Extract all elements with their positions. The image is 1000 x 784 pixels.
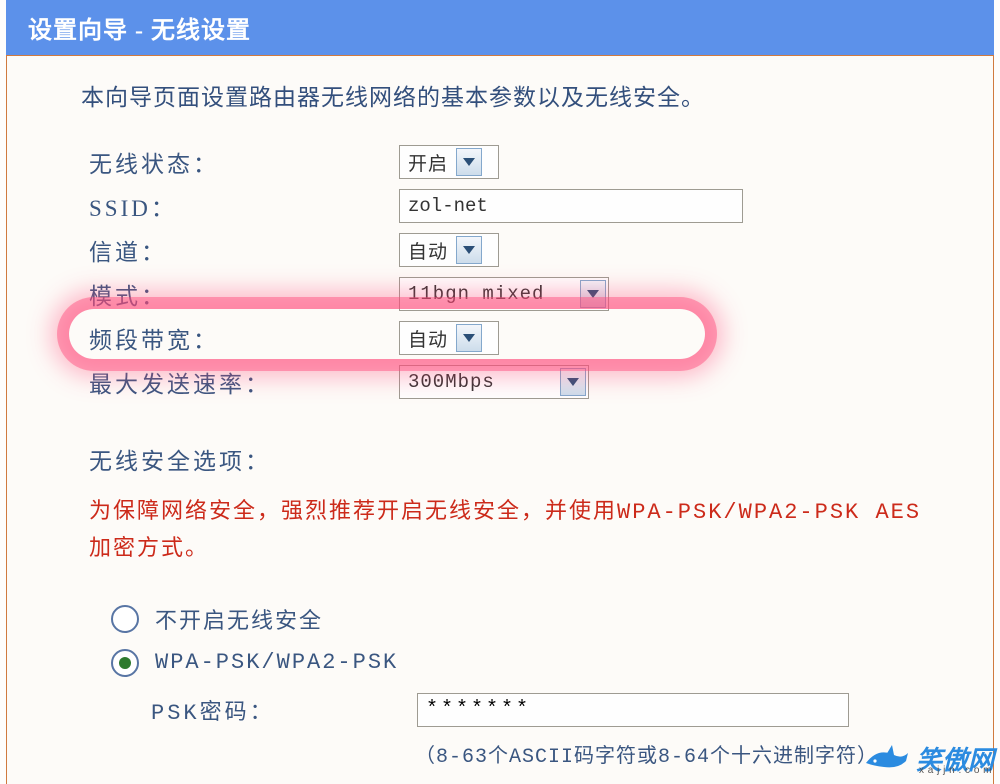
label-mode: 模式：: [89, 277, 399, 311]
label-bandwidth: 频段带宽：: [89, 321, 399, 355]
select-bandwidth[interactable]: 自动: [399, 321, 499, 355]
chevron-down-icon: [560, 368, 586, 396]
select-channel-value: 自动: [408, 237, 454, 264]
label-ssid: SSID：: [89, 189, 399, 223]
chevron-down-icon: [456, 324, 482, 352]
row-max-rate: 最大发送速率： 300Mbps: [89, 360, 993, 404]
radio-row-wpa[interactable]: WPA-PSK/WPA2-PSK: [111, 641, 993, 685]
shark-icon: [864, 743, 910, 778]
input-psk[interactable]: [417, 693, 849, 727]
select-wireless-status-value: 开启: [408, 149, 454, 176]
select-bandwidth-value: 自动: [408, 325, 454, 352]
row-mode: 模式： 11bgn mixed: [89, 272, 993, 316]
input-ssid[interactable]: [399, 189, 743, 223]
select-max-rate[interactable]: 300Mbps: [399, 365, 589, 399]
label-channel: 信道：: [89, 233, 399, 267]
row-wireless-status: 无线状态： 开启: [89, 140, 993, 184]
radio-none[interactable]: [111, 605, 139, 633]
security-warning: 为保障网络安全，强烈推荐开启无线安全，并使用WPA-PSK/WPA2-PSK A…: [89, 494, 933, 569]
row-psk: PSK密码：: [151, 689, 993, 731]
select-wireless-status[interactable]: 开启: [399, 145, 499, 179]
chevron-down-icon: [580, 280, 606, 308]
select-channel[interactable]: 自动: [399, 233, 499, 267]
chevron-down-icon: [456, 148, 482, 176]
radio-wpa[interactable]: [111, 649, 139, 677]
label-max-rate: 最大发送速率：: [89, 365, 399, 399]
label-psk: PSK密码：: [151, 694, 417, 726]
row-ssid: SSID：: [89, 184, 993, 228]
chevron-down-icon: [456, 236, 482, 264]
radio-wpa-label: WPA-PSK/WPA2-PSK: [155, 650, 398, 675]
watermark: 笑傲网 x a j j n . c o m: [864, 743, 994, 778]
radio-row-none[interactable]: 不开启无线安全: [111, 597, 993, 641]
page-title: 设置向导 - 无线设置: [28, 10, 251, 45]
row-channel: 信道： 自动: [89, 228, 993, 272]
row-bandwidth: 频段带宽： 自动: [89, 316, 993, 360]
content-area: 本向导页面设置路由器无线网络的基本参数以及无线安全。 无线状态： 开启 SSID…: [6, 55, 994, 784]
title-bar: 设置向导 - 无线设置: [6, 0, 994, 55]
select-max-rate-value: 300Mbps: [408, 371, 558, 393]
select-mode-value: 11bgn mixed: [408, 283, 578, 305]
watermark-url: x a j j n . c o m: [919, 765, 992, 776]
wireless-form: 无线状态： 开启 SSID： 信道：: [89, 140, 993, 404]
radio-none-label: 不开启无线安全: [155, 603, 323, 635]
select-mode[interactable]: 11bgn mixed: [399, 277, 609, 311]
security-section-label: 无线安全选项：: [89, 442, 993, 476]
label-wireless-status: 无线状态：: [89, 145, 399, 179]
intro-text: 本向导页面设置路由器无线网络的基本参数以及无线安全。: [81, 78, 993, 112]
